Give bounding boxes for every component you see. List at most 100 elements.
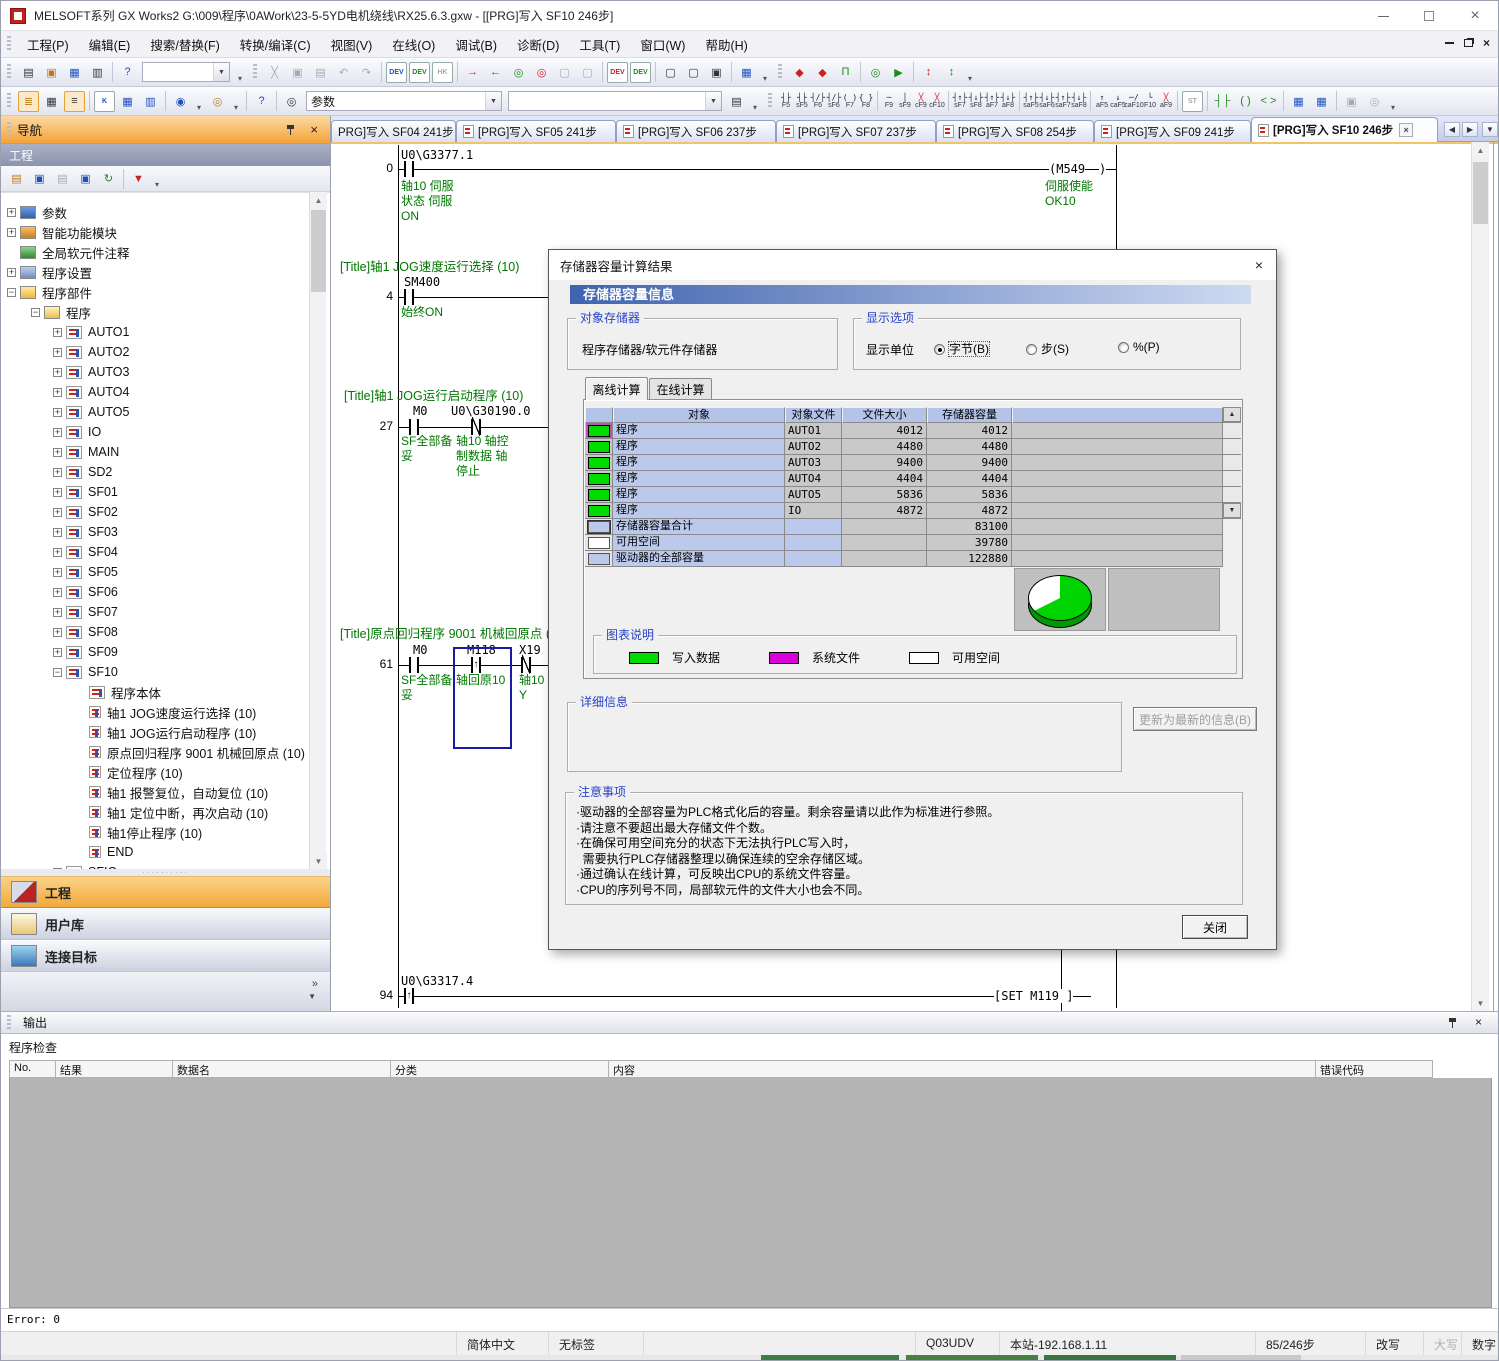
document-tab-4[interactable]: [PRG]写入 SF08 254步 [936, 120, 1094, 142]
contact-label[interactable]: M0 [413, 404, 427, 418]
scroll-up-icon[interactable]: ▲ [1472, 142, 1489, 158]
position-trace-2-icon[interactable]: ↕ [941, 62, 962, 83]
tree-item-参数[interactable]: +参数 [1, 202, 307, 222]
scroll-up-icon[interactable]: ▲ [310, 192, 327, 208]
zoom-tool-icon[interactable]: ◎ [207, 91, 228, 112]
contact-label[interactable]: SM400 [404, 275, 440, 289]
document-tab-5[interactable]: [PRG]写入 SF09 241步 [1094, 120, 1251, 142]
document-tab-6[interactable]: [PRG]写入 SF10 246步× [1251, 117, 1438, 142]
contact-label[interactable]: M0 [413, 643, 427, 657]
expand-icon[interactable]: + [53, 368, 62, 377]
device-list-icon[interactable]: ▥ [140, 91, 161, 112]
tree-item-智能功能模块[interactable]: +智能功能模块 [1, 222, 307, 242]
device-grid-icon[interactable]: ▦ [117, 91, 138, 112]
expand-icon[interactable]: + [53, 588, 62, 597]
doc-gen-icon[interactable]: ▣ [1341, 91, 1362, 112]
monitor-stop-icon[interactable]: ◎ [531, 62, 552, 83]
toolbar-overflow-icon[interactable]: ▾ [152, 168, 162, 189]
contact-label[interactable]: U0\G3377.1 [401, 148, 473, 162]
coil-label[interactable]: (M549 [1049, 162, 1085, 176]
chevron-down-icon[interactable]: ▼ [213, 63, 229, 81]
tree-item-轴1 JOG运行启动程序 (10)[interactable]: 轴1 JOG运行启动程序 (10) [1, 722, 307, 742]
fkey-button-cF9[interactable]: ╳cF9 [913, 89, 929, 114]
tree-item-MAIN[interactable]: +MAIN [1, 442, 307, 462]
expand-icon[interactable]: + [7, 268, 16, 277]
expand-icon[interactable]: + [53, 468, 62, 477]
edit-rung-icon[interactable]: ▦ [1288, 91, 1309, 112]
scroll-down-icon[interactable]: ▼ [310, 853, 327, 869]
fkey-button-sF8[interactable]: ┤↓├sF8 [968, 89, 984, 114]
canvas-scroll-thumb[interactable] [1473, 162, 1488, 224]
device-hk-icon[interactable]: HK [432, 62, 453, 83]
expand-icon[interactable]: + [53, 568, 62, 577]
fkey-button-F6[interactable]: ┤/├F6 [810, 89, 826, 114]
expand-icon[interactable]: + [53, 508, 62, 517]
canvas-scrollbar[interactable]: ▲ ▼ [1471, 142, 1489, 1011]
table-scrollbar-track[interactable]: ▼ [1223, 503, 1241, 519]
device-test-icon[interactable]: DEV [607, 62, 628, 83]
toolbar-overflow-icon[interactable]: ▾ [235, 62, 245, 83]
output-close-icon[interactable]: × [1475, 1015, 1482, 1029]
fkey-button-cF10[interactable]: ╳cF10 [929, 89, 945, 114]
monitor-pause-icon[interactable]: ▢ [554, 62, 575, 83]
fkey-button-F5[interactable]: ┤├F5 [778, 89, 794, 114]
tree-item-程序设置[interactable]: +程序设置 [1, 262, 307, 282]
tab-list-icon[interactable]: ▼ [1482, 122, 1498, 137]
expand-icon[interactable]: + [53, 648, 62, 657]
mdi-restore-icon[interactable] [1464, 39, 1473, 47]
menu-item-9[interactable]: 窗口(W) [630, 31, 695, 58]
maximize-button[interactable] [1406, 1, 1452, 31]
tree-item-SF09[interactable]: +SF09 [1, 642, 307, 662]
expand-icon[interactable]: + [53, 488, 62, 497]
monitor-start-icon[interactable]: ◎ [508, 62, 529, 83]
page-setup-icon[interactable]: ▤ [726, 91, 747, 112]
closed-contact[interactable] [471, 419, 481, 435]
expand-icon[interactable]: + [53, 328, 62, 337]
set-instruction[interactable]: [SET M119 ] [994, 989, 1073, 1003]
dialog-close-icon[interactable]: × [1250, 256, 1268, 274]
tab-scroll-left-icon[interactable]: ◀ [1444, 122, 1460, 137]
device-batch-icon[interactable]: DEV [630, 62, 651, 83]
radio-icon[interactable] [934, 344, 945, 355]
tree-scrollbar[interactable]: ▲ ▼ [309, 192, 326, 869]
pin-icon[interactable] [286, 124, 296, 136]
tree-item-SF02[interactable]: +SF02 [1, 502, 307, 522]
menu-item-2[interactable]: 搜索/替换(F) [140, 31, 229, 58]
update-info-button[interactable]: 更新为最新的信息(B) [1133, 707, 1257, 731]
toolbar-overflow-icon[interactable]: ▾ [231, 91, 241, 112]
tree-item-SF10[interactable]: −SF10 [1, 662, 307, 682]
copy-icon[interactable]: ▣ [287, 62, 308, 83]
position-trace-1-icon[interactable]: ↕ [918, 62, 939, 83]
expand-icon[interactable]: + [53, 548, 62, 557]
collapse-icon[interactable]: − [53, 668, 62, 677]
expand-icon[interactable]: + [7, 208, 16, 217]
table-scrollbar-track[interactable] [1223, 423, 1241, 439]
toolbar-overflow-icon[interactable]: ▾ [965, 62, 975, 83]
tab-offline-calc[interactable]: 离线计算 [585, 377, 648, 400]
close-dialog-button[interactable]: 关闭 [1182, 915, 1248, 939]
nav-tab-连接目标[interactable]: 连接目标 [1, 940, 330, 972]
doc-find-icon[interactable]: ◎ [1364, 91, 1385, 112]
target-select-2-combobox[interactable]: ▼ [508, 91, 722, 111]
tab-scroll-right-icon[interactable]: ▶ [1462, 122, 1478, 137]
edit-note-icon[interactable]: < > [1258, 91, 1279, 112]
tree-item-IO[interactable]: +IO [1, 422, 307, 442]
axis-monitor-2-icon[interactable]: ◆ [812, 62, 833, 83]
table-scrollbar-track[interactable] [1223, 487, 1241, 503]
document-tab-1[interactable]: [PRG]写入 SF05 241步 [456, 120, 616, 142]
radio-icon[interactable] [1026, 344, 1037, 355]
servo-search-icon[interactable]: ◎ [865, 62, 886, 83]
tree-item-SF08[interactable]: +SF08 [1, 622, 307, 642]
new-project-icon[interactable]: ▤ [18, 62, 39, 83]
radio-option-2[interactable]: %(P) [1118, 340, 1160, 354]
toolbar-overflow-icon[interactable]: ▾ [760, 62, 770, 83]
tree-item-SF03[interactable]: +SF03 [1, 522, 307, 542]
servo-start-icon[interactable]: ▶ [888, 62, 909, 83]
menu-item-5[interactable]: 在线(O) [382, 31, 445, 58]
remote-operation-icon[interactable]: ▦ [736, 62, 757, 83]
menu-item-7[interactable]: 诊断(D) [507, 31, 569, 58]
nav-more-down-icon[interactable]: ▼ [308, 992, 316, 1001]
edit-block-icon[interactable]: ▦ [1311, 91, 1332, 112]
close-button[interactable]: × [1452, 1, 1498, 31]
contact-label[interactable]: U0\G3317.4 [401, 974, 473, 988]
